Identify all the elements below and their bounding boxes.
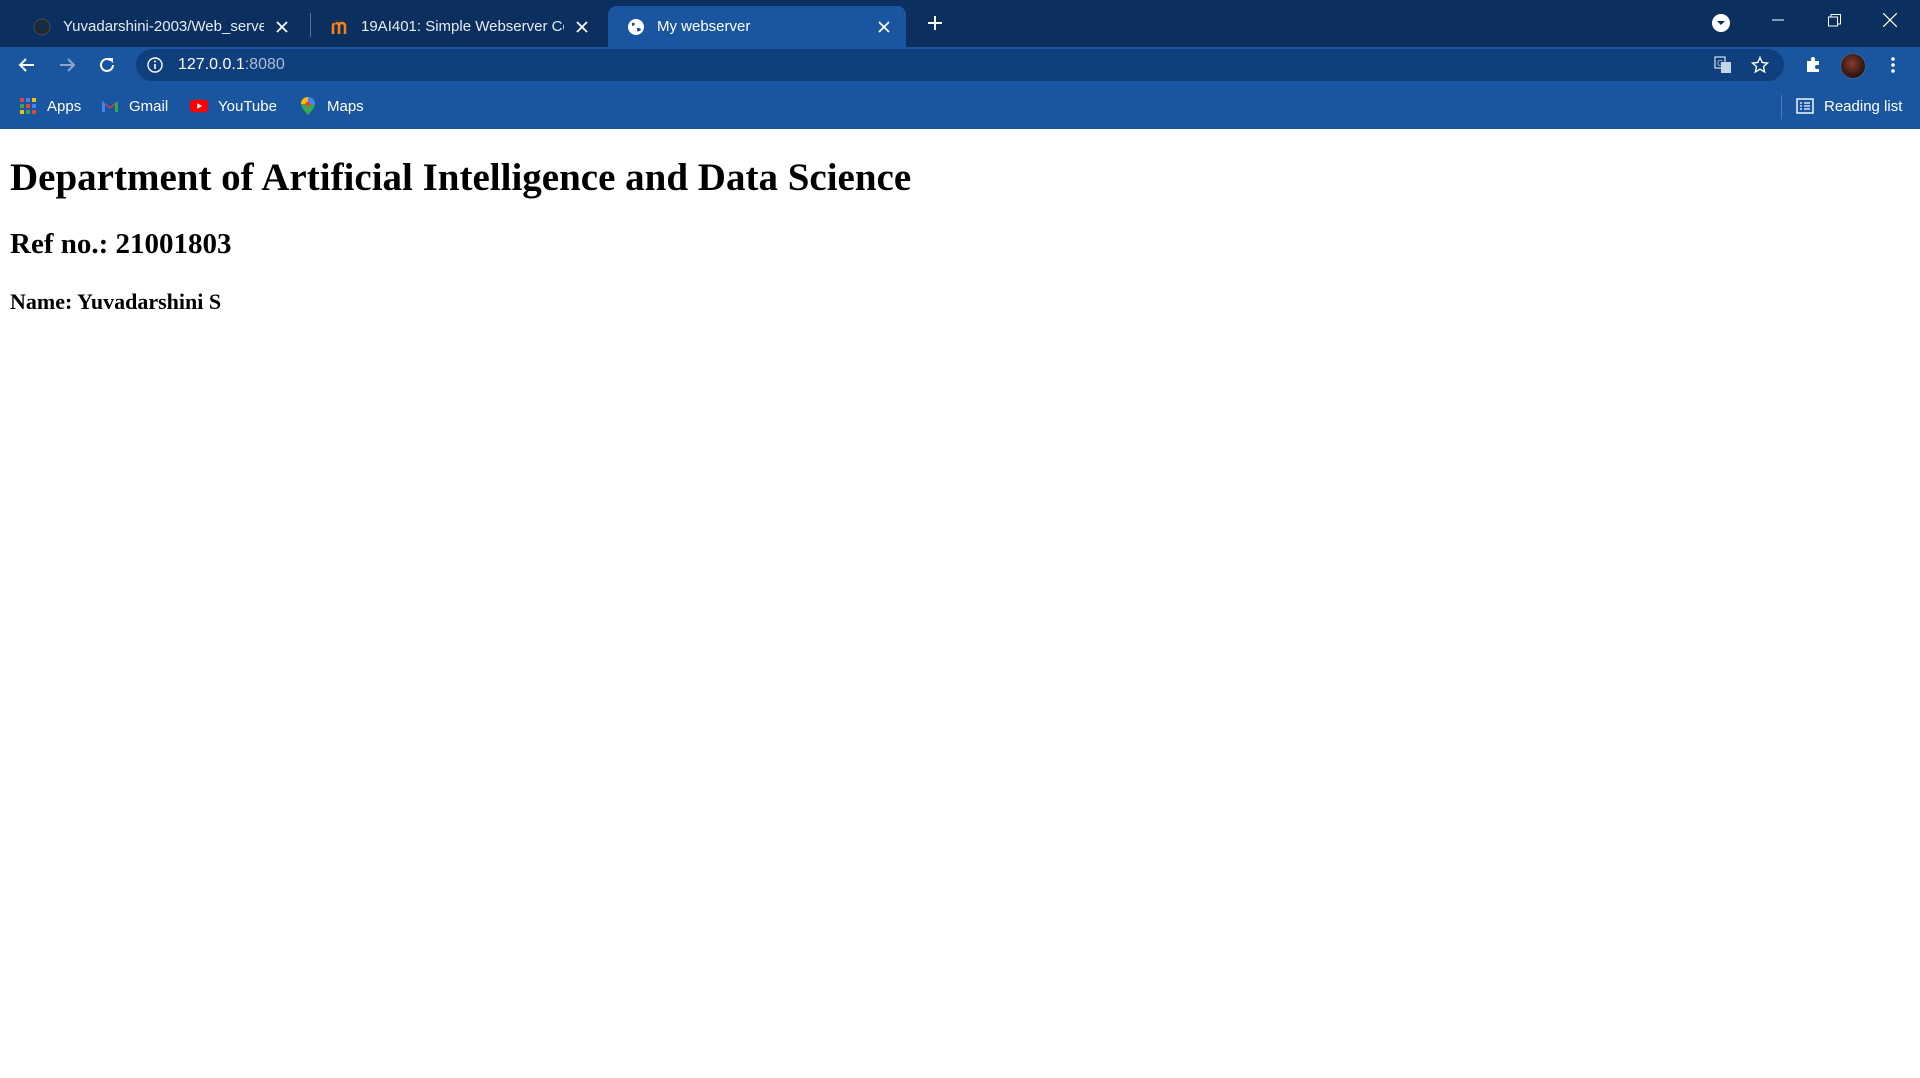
- puzzle-icon: [1807, 57, 1819, 72]
- bookmarks-separator: [1781, 95, 1782, 119]
- reload-icon: [100, 57, 114, 72]
- new-tab-button[interactable]: [922, 10, 948, 36]
- bookmark-label: YouTube: [218, 97, 277, 115]
- url-host: 127.0.0.1: [178, 56, 245, 73]
- kebab-menu-icon: [1891, 57, 1895, 73]
- close-window-button[interactable]: [1862, 0, 1918, 40]
- bookmark-label: Apps: [47, 97, 82, 115]
- bookmarks-bar: Apps Gmail YouTube Maps Reading list: [0, 83, 1920, 129]
- reading-list-button[interactable]: Reading list: [1796, 95, 1902, 117]
- gmail-icon: [101, 97, 119, 115]
- svg-text:G: G: [1717, 59, 1723, 68]
- profile-avatar[interactable]: [1840, 53, 1866, 79]
- minimize-button[interactable]: [1750, 0, 1806, 40]
- github-icon: [33, 18, 51, 36]
- bookmark-label: Gmail: [129, 97, 169, 115]
- close-icon[interactable]: [272, 17, 292, 37]
- bookmark-apps[interactable]: Apps: [19, 95, 81, 117]
- close-icon[interactable]: [572, 17, 592, 37]
- url-text[interactable]: 127.0.0.1:8080: [178, 56, 285, 74]
- ref-number: Ref no.: 21001803: [10, 228, 232, 260]
- reload-button[interactable]: [92, 50, 122, 80]
- browser-toolbar: 127.0.0.1:8080 G: [0, 47, 1920, 83]
- extensions-button[interactable]: [1798, 50, 1828, 80]
- tab-title: 19AI401: Simple Webserver Code: [361, 18, 564, 35]
- bookmark-youtube[interactable]: YouTube: [190, 95, 277, 117]
- restore-button[interactable]: [1806, 0, 1862, 40]
- tab-my-webserver[interactable]: My webserver: [608, 6, 906, 47]
- forward-button[interactable]: [52, 50, 82, 80]
- forward-arrow-icon: [60, 58, 76, 72]
- info-icon[interactable]: [146, 56, 164, 74]
- tab-search-button[interactable]: [1708, 10, 1734, 36]
- bookmark-gmail[interactable]: Gmail: [101, 95, 168, 117]
- bookmark-label: Maps: [327, 97, 364, 115]
- close-icon[interactable]: [874, 17, 894, 37]
- page-viewport: Department of Artificial Intelligence an…: [0, 129, 1920, 1078]
- bookmark-star-icon[interactable]: [1749, 54, 1771, 76]
- tab-separator: [310, 13, 311, 37]
- maps-icon: [299, 97, 317, 115]
- menu-button[interactable]: [1878, 50, 1908, 80]
- tab-title: Yuvadarshini-2003/Web_server: C: [63, 18, 264, 35]
- url-port: :8080: [244, 56, 285, 73]
- reading-list-icon: [1796, 97, 1814, 115]
- back-button[interactable]: [12, 50, 42, 80]
- tab-github-repo[interactable]: Yuvadarshini-2003/Web_server: C: [14, 6, 304, 47]
- translate-icon[interactable]: G: [1712, 54, 1734, 76]
- back-arrow-icon: [18, 58, 34, 72]
- reading-list-label: Reading list: [1824, 97, 1903, 115]
- tab-moodle-code[interactable]: 19AI401: Simple Webserver Code: [312, 6, 604, 47]
- page-heading: Department of Artificial Intelligence an…: [10, 156, 912, 199]
- address-bar[interactable]: 127.0.0.1:8080 G: [136, 49, 1784, 81]
- student-name: Name: Yuvadarshini S: [10, 289, 222, 314]
- globe-icon: [627, 18, 645, 36]
- apps-grid-icon: [19, 97, 37, 115]
- bookmark-maps[interactable]: Maps: [299, 95, 364, 117]
- tab-title: My webserver: [657, 18, 751, 35]
- tab-strip: Yuvadarshini-2003/Web_server: C 19AI401:…: [0, 0, 1920, 47]
- moodle-icon: [331, 18, 349, 36]
- youtube-icon: [190, 97, 208, 115]
